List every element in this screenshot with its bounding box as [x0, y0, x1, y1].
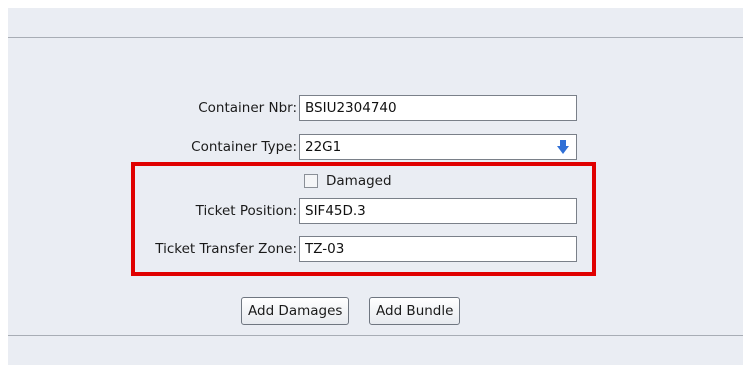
add-damages-button[interactable]: Add Damages [241, 297, 350, 325]
damaged-label: Damaged [326, 173, 392, 189]
ticket-transfer-zone-label: Ticket Transfer Zone: [155, 241, 297, 257]
container-type-label: Container Type: [191, 139, 297, 155]
screen: Container Nbr: BSIU2304740 Container Typ… [0, 0, 743, 365]
container-nbr-input[interactable]: BSIU2304740 [299, 95, 577, 121]
container-type-select[interactable]: 22G1 [299, 134, 577, 160]
bottom-divider [8, 335, 743, 336]
container-nbr-label: Container Nbr: [198, 100, 297, 116]
damaged-checkbox[interactable] [304, 174, 318, 188]
damaged-checkbox-row[interactable]: Damaged [304, 170, 392, 192]
ticket-position-input[interactable]: SIF45D.3 [299, 198, 577, 224]
arrow-down-icon[interactable] [556, 139, 570, 155]
container-type-value: 22G1 [305, 139, 342, 155]
add-bundle-button[interactable]: Add Bundle [369, 297, 461, 325]
ticket-transfer-zone-input[interactable]: TZ-03 [299, 236, 577, 262]
ticket-position-label: Ticket Position: [195, 203, 297, 219]
top-divider [8, 37, 743, 38]
